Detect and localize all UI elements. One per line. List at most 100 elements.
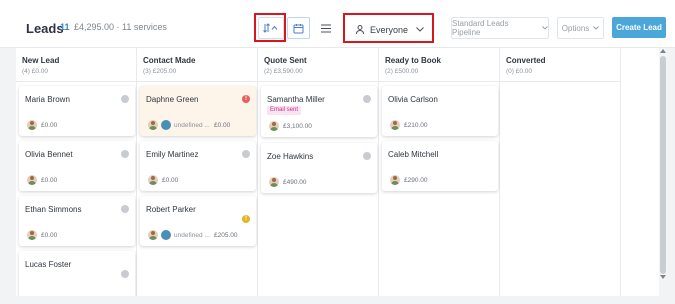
lead-amount: £205.00 bbox=[214, 232, 238, 239]
warning-badge: ! bbox=[242, 215, 250, 223]
lead-card[interactable]: Maria Brown £0.00 bbox=[19, 86, 135, 136]
lead-card[interactable]: Robert Parker ! undefined ... £205.00 bbox=[140, 196, 256, 246]
email-sent-tag: Email sent bbox=[267, 106, 302, 115]
contact-avatar bbox=[161, 120, 171, 130]
pipeline-board: New Lead (4) £0.00 Maria Brown £0.00 Oli… bbox=[16, 48, 659, 296]
chevron-down-icon bbox=[593, 26, 600, 30]
lead-card[interactable]: Lucas Foster bbox=[19, 251, 135, 296]
lead-name: Daphne Green bbox=[146, 95, 199, 104]
contact-label: undefined ... bbox=[174, 232, 210, 239]
status-badge bbox=[121, 205, 129, 213]
list-icon bbox=[321, 24, 331, 32]
lead-amount: £0.00 bbox=[41, 232, 58, 239]
column-header: Contact Made (3) £205.00 bbox=[137, 48, 257, 82]
lead-amount: £0.00 bbox=[214, 122, 231, 129]
column-converted: Converted (0) £0.00 bbox=[500, 48, 621, 296]
lead-name: Emily Martinez bbox=[146, 150, 199, 159]
contact-label: undefined ... bbox=[174, 122, 210, 129]
column-header: New Lead (4) £0.00 bbox=[16, 48, 136, 82]
lead-name: Zoe Hawkins bbox=[267, 152, 314, 161]
column-title: New Lead bbox=[22, 56, 60, 65]
avatar bbox=[148, 120, 158, 130]
pipeline-label: Standard Leads Pipeline bbox=[452, 19, 509, 37]
column-stat: (3) £205.00 bbox=[143, 68, 177, 75]
everyone-label: Everyone bbox=[369, 24, 409, 35]
scroll-down-icon[interactable] bbox=[660, 275, 666, 279]
avatar bbox=[27, 120, 37, 130]
status-badge bbox=[242, 150, 250, 158]
user-icon bbox=[355, 25, 364, 34]
lead-amount: £210.00 bbox=[404, 122, 428, 129]
column-header: Converted (0) £0.00 bbox=[500, 48, 620, 82]
column-title: Ready to Book bbox=[385, 56, 442, 65]
scrollbar-thumb[interactable] bbox=[660, 56, 666, 274]
lead-card[interactable]: Caleb Mitchell £290.00 bbox=[382, 141, 498, 191]
status-badge bbox=[121, 95, 129, 103]
lead-name: Olivia Carlson bbox=[388, 95, 438, 104]
avatar bbox=[269, 177, 279, 187]
column-quote-sent: Quote Sent (2) £3,590.00 Samantha Miller… bbox=[258, 48, 379, 296]
avatar bbox=[148, 230, 158, 240]
create-lead-button[interactable]: Create Lead bbox=[612, 17, 666, 38]
lead-name: Caleb Mitchell bbox=[388, 150, 439, 159]
lead-amount: £490.00 bbox=[283, 179, 307, 186]
lead-card[interactable]: Daphne Green ! undefined ... £0.00 bbox=[140, 86, 256, 136]
status-badge bbox=[121, 150, 129, 158]
chevron-down-icon bbox=[416, 27, 424, 32]
lead-name: Samantha Miller bbox=[267, 95, 325, 104]
column-contact-made: Contact Made (3) £205.00 Daphne Green ! … bbox=[137, 48, 258, 296]
avatar bbox=[27, 175, 37, 185]
lead-card[interactable]: Ethan Simmons £0.00 bbox=[19, 196, 135, 246]
avatar bbox=[148, 175, 158, 185]
contact-avatar bbox=[161, 230, 171, 240]
lead-name: Olivia Bennet bbox=[25, 150, 73, 159]
calendar-view-button[interactable] bbox=[287, 17, 310, 39]
lead-amount: £0.00 bbox=[162, 177, 179, 184]
leads-count: 11 bbox=[60, 22, 70, 32]
column-header: Ready to Book (2) £500.00 bbox=[379, 48, 499, 82]
lead-card[interactable]: Samantha Miller Email sent £3,100.00 bbox=[261, 86, 377, 137]
status-badge bbox=[363, 152, 371, 160]
lead-card[interactable]: Zoe Hawkins £490.00 bbox=[261, 143, 377, 193]
column-ready-to-book: Ready to Book (2) £500.00 Olivia Carlson… bbox=[379, 48, 500, 296]
lead-card[interactable]: Olivia Bennet £0.00 bbox=[19, 141, 135, 191]
column-new-lead: New Lead (4) £0.00 Maria Brown £0.00 Oli… bbox=[16, 48, 137, 296]
everyone-filter[interactable]: Everyone bbox=[347, 17, 433, 42]
lead-name: Ethan Simmons bbox=[25, 205, 82, 214]
options-menu[interactable]: Options bbox=[557, 17, 604, 39]
lead-amount: £0.00 bbox=[41, 177, 58, 184]
column-header: Quote Sent (2) £3,590.00 bbox=[258, 48, 378, 82]
column-title: Converted bbox=[506, 56, 546, 65]
status-badge bbox=[121, 270, 129, 278]
column-title: Contact Made bbox=[143, 56, 196, 65]
lead-name: Maria Brown bbox=[25, 95, 70, 104]
pipeline-select[interactable]: Standard Leads Pipeline bbox=[451, 17, 549, 39]
column-stat: (2) £3,590.00 bbox=[264, 68, 303, 75]
sort-icon bbox=[263, 23, 278, 33]
lead-amount: £290.00 bbox=[404, 177, 428, 184]
sort-button[interactable] bbox=[258, 17, 284, 39]
avatar bbox=[390, 175, 400, 185]
status-badge bbox=[363, 95, 371, 103]
avatar bbox=[390, 120, 400, 130]
calendar-icon bbox=[293, 23, 304, 33]
avatar bbox=[269, 121, 279, 131]
lead-card[interactable]: Olivia Carlson £210.00 bbox=[382, 86, 498, 136]
lead-amount: £0.00 bbox=[41, 122, 58, 129]
lead-amount: £3,100.00 bbox=[283, 123, 312, 130]
leads-summary: £4,295.00 · 11 services bbox=[74, 22, 167, 32]
column-title: Quote Sent bbox=[264, 56, 307, 65]
alert-badge: ! bbox=[242, 95, 250, 103]
column-stat: (0) £0.00 bbox=[506, 68, 533, 75]
vertical-scrollbar[interactable] bbox=[659, 48, 667, 280]
column-stat: (4) £0.00 bbox=[22, 68, 49, 75]
avatar bbox=[27, 230, 37, 240]
page-title: Leads bbox=[26, 21, 64, 36]
lead-card[interactable]: Emily Martinez £0.00 bbox=[140, 141, 256, 191]
lead-name: Robert Parker bbox=[146, 205, 196, 214]
list-view-button[interactable] bbox=[316, 17, 336, 39]
lead-name: Lucas Foster bbox=[25, 260, 72, 269]
scroll-up-icon[interactable] bbox=[660, 49, 666, 53]
options-label: Options bbox=[561, 23, 590, 33]
chevron-down-icon bbox=[542, 26, 548, 30]
